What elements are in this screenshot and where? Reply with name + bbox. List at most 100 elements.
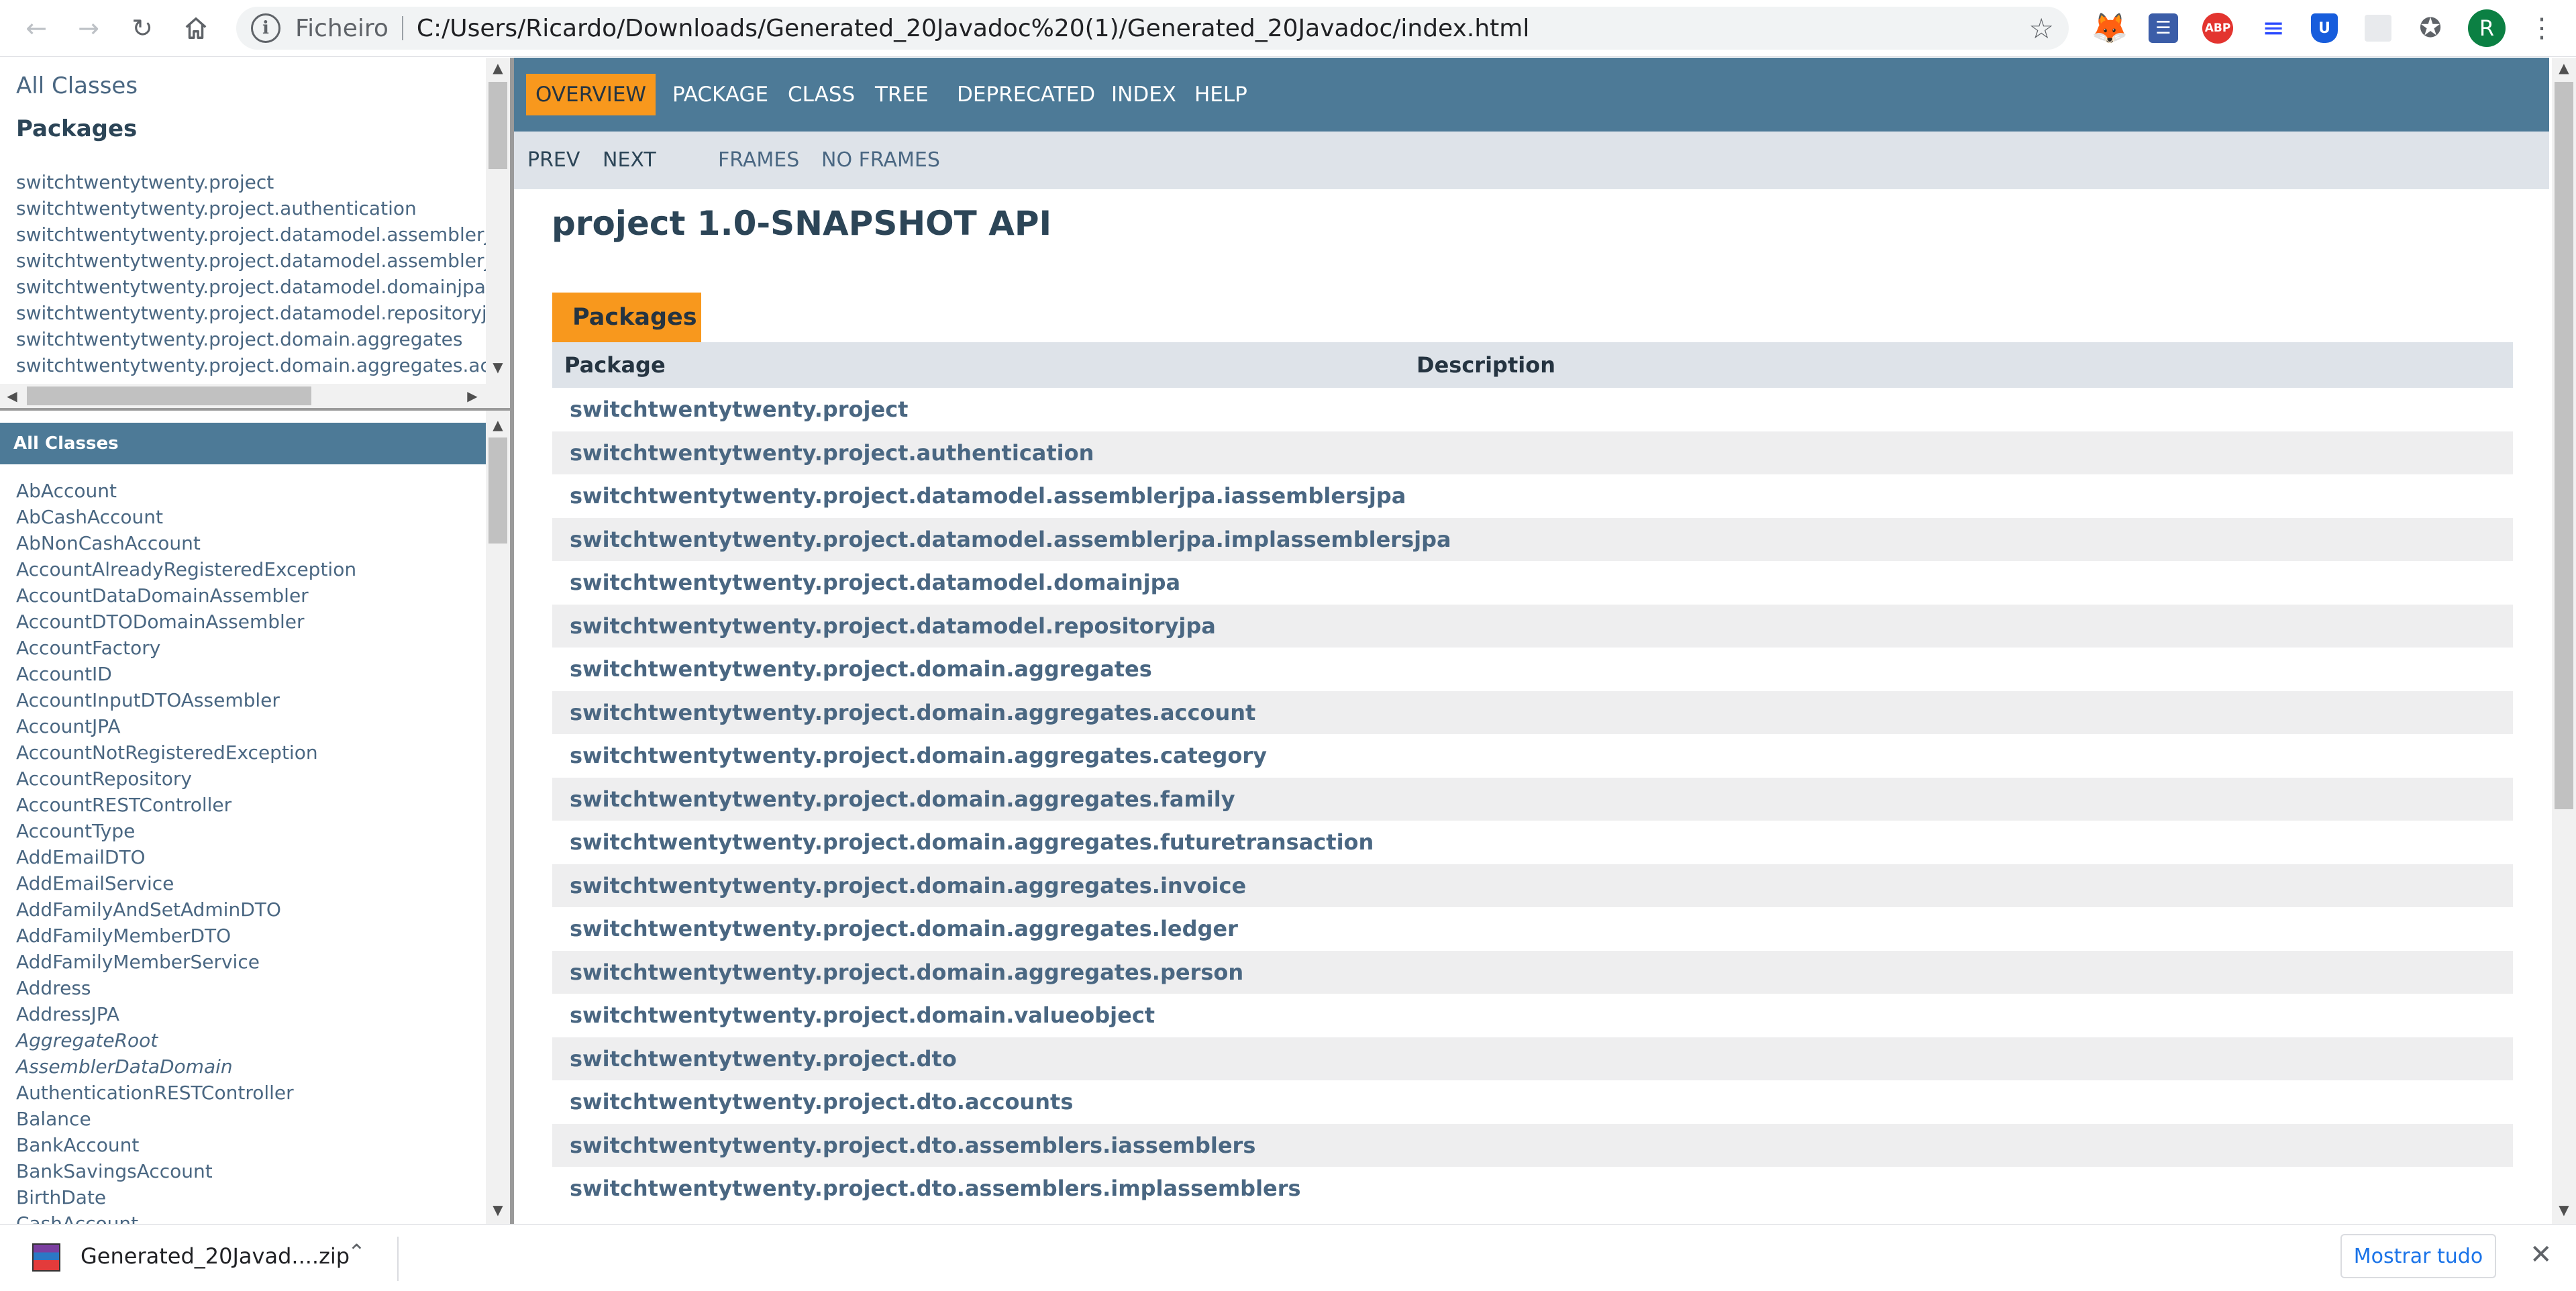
scroll-up-arrow-icon[interactable]: ▲ bbox=[486, 415, 510, 435]
package-link[interactable]: switchtwentytwenty.project bbox=[16, 171, 274, 193]
class-link[interactable]: AddFamilyMemberDTO bbox=[16, 925, 231, 947]
scroll-left-arrow-icon[interactable]: ◀ bbox=[0, 386, 24, 406]
package-name-link[interactable]: switchtwentytwenty.project.datamodel.ass… bbox=[570, 483, 1406, 509]
class-link[interactable]: AccountID bbox=[16, 663, 112, 685]
close-icon[interactable]: ✕ bbox=[2530, 1239, 2553, 1270]
scroll-up-arrow-icon[interactable]: ▲ bbox=[486, 58, 510, 78]
package-name-link[interactable]: switchtwentytwenty.project.domain.aggreg… bbox=[570, 873, 1246, 898]
back-arrow-icon[interactable]: ← bbox=[17, 9, 55, 47]
show-all-downloads-button[interactable]: Mostrar tudo bbox=[2340, 1234, 2496, 1278]
scroll-down-arrow-icon[interactable]: ▼ bbox=[2552, 1200, 2576, 1220]
class-link[interactable]: AccountAlreadyRegisteredException bbox=[16, 558, 356, 580]
package-name-link[interactable]: switchtwentytwenty.project.domain.aggreg… bbox=[570, 916, 1238, 941]
class-link[interactable]: AccountFactory bbox=[16, 637, 160, 659]
adblock-plus-icon[interactable]: ABP bbox=[2202, 13, 2233, 44]
package-name-link[interactable]: switchtwentytwenty.project.authenticatio… bbox=[570, 440, 1094, 466]
class-link[interactable]: AddEmailService bbox=[16, 872, 174, 894]
metamask-fox-icon[interactable]: 🦊 bbox=[2091, 9, 2128, 47]
chevron-up-icon[interactable]: ⌃ bbox=[348, 1239, 366, 1265]
package-name-link[interactable]: switchtwentytwenty.project.dto.assembler… bbox=[570, 1133, 1255, 1158]
tab-index[interactable]: INDEX bbox=[1102, 74, 1186, 115]
class-link[interactable]: AssemblerDataDomain bbox=[16, 1055, 233, 1078]
class-link[interactable]: BankSavingsAccount bbox=[16, 1160, 213, 1182]
no-frames-link[interactable]: NO FRAMES bbox=[821, 132, 940, 189]
class-link[interactable]: Balance bbox=[16, 1108, 91, 1130]
class-link[interactable]: AbNonCashAccount bbox=[16, 532, 201, 554]
package-link[interactable]: switchtwentytwenty.project.datamodel.dom… bbox=[16, 276, 486, 298]
package-name-link[interactable]: switchtwentytwenty.project.domain.aggreg… bbox=[570, 743, 1267, 768]
package-link[interactable]: switchtwentytwenty.project.domain.aggreg… bbox=[16, 354, 510, 376]
class-link[interactable]: AccountRESTController bbox=[16, 794, 231, 816]
class-link[interactable]: CashAccount bbox=[16, 1212, 138, 1224]
class-link[interactable]: AccountDataDomainAssembler bbox=[16, 584, 309, 607]
download-file-name[interactable]: Generated_20Javad....zip bbox=[81, 1243, 350, 1269]
package-frame-vscrollbar[interactable]: ▲ ▼ bbox=[486, 58, 510, 408]
class-link[interactable]: AccountDTODomainAssembler bbox=[16, 611, 305, 633]
frames-link[interactable]: FRAMES bbox=[718, 132, 799, 189]
class-link[interactable]: BirthDate bbox=[16, 1186, 106, 1208]
scroll-thumb[interactable] bbox=[2555, 82, 2573, 809]
class-link[interactable]: AuthenticationRESTController bbox=[16, 1082, 294, 1104]
address-bar[interactable]: i Ficheiro C:/Users/Ricardo/Downloads/Ge… bbox=[236, 7, 2069, 50]
tab-tree[interactable]: TREE bbox=[866, 74, 938, 115]
package-name-link[interactable]: switchtwentytwenty.project.dto bbox=[570, 1046, 957, 1072]
tab-overview[interactable]: OVERVIEW bbox=[526, 74, 656, 115]
scroll-down-arrow-icon[interactable]: ▼ bbox=[486, 357, 510, 377]
scroll-down-arrow-icon[interactable]: ▼ bbox=[486, 1200, 510, 1220]
package-name-link[interactable]: switchtwentytwenty.project.domain.valueo… bbox=[570, 1002, 1155, 1028]
scroll-thumb[interactable] bbox=[488, 82, 507, 169]
package-name-link[interactable]: switchtwentytwenty.project.datamodel.dom… bbox=[570, 570, 1180, 595]
package-frame-hscrollbar[interactable]: ◀ ▶ bbox=[0, 384, 486, 408]
bookmark-star-icon[interactable]: ☆ bbox=[2028, 12, 2054, 45]
package-name-link[interactable]: switchtwentytwenty.project.domain.aggreg… bbox=[570, 960, 1243, 985]
class-link[interactable]: AccountJPA bbox=[16, 715, 121, 737]
scroll-thumb-horizontal[interactable] bbox=[27, 386, 311, 405]
tab-deprecated[interactable]: DEPRECATED bbox=[947, 74, 1104, 115]
scroll-right-arrow-icon[interactable]: ▶ bbox=[460, 386, 484, 406]
buffer-stack-icon[interactable]: ≡ bbox=[2255, 9, 2292, 47]
extension-grey-icon[interactable] bbox=[2365, 15, 2391, 42]
class-link[interactable]: AddFamilyMemberService bbox=[16, 951, 260, 973]
all-classes-link[interactable]: All Classes bbox=[16, 72, 138, 99]
next-link[interactable]: NEXT bbox=[603, 132, 656, 189]
extension-blue-icon[interactable]: ☰ bbox=[2149, 13, 2178, 43]
package-link[interactable]: switchtwentytwenty.project.datamodel.rep… bbox=[16, 302, 510, 324]
browser-menu-icon[interactable]: ⋮ bbox=[2523, 9, 2561, 47]
forward-arrow-icon[interactable]: → bbox=[70, 9, 107, 47]
tab-class[interactable]: CLASS bbox=[778, 74, 864, 115]
package-name-link[interactable]: switchtwentytwenty.project bbox=[570, 397, 908, 422]
class-frame-vscrollbar[interactable]: ▲ ▼ bbox=[486, 411, 510, 1224]
class-link[interactable]: AbCashAccount bbox=[16, 506, 163, 528]
tab-package[interactable]: PACKAGE bbox=[663, 74, 778, 115]
home-icon[interactable] bbox=[177, 9, 215, 47]
package-name-link[interactable]: switchtwentytwenty.project.domain.aggreg… bbox=[570, 786, 1235, 812]
package-name-link[interactable]: switchtwentytwenty.project.datamodel.ass… bbox=[570, 527, 1451, 552]
class-link[interactable]: AccountInputDTOAssembler bbox=[16, 689, 280, 711]
class-link[interactable]: AccountRepository bbox=[16, 768, 192, 790]
site-info-icon[interactable]: i bbox=[251, 13, 280, 43]
address-url[interactable]: C:/Users/Ricardo/Downloads/Generated_20J… bbox=[417, 15, 1529, 42]
main-frame-vscrollbar[interactable]: ▲ ▼ bbox=[2552, 58, 2576, 1224]
class-link[interactable]: AddFamilyAndSetAdminDTO bbox=[16, 898, 281, 921]
tab-help[interactable]: HELP bbox=[1185, 74, 1257, 115]
bitwarden-shield-icon[interactable]: U bbox=[2311, 13, 2338, 43]
package-name-link[interactable]: switchtwentytwenty.project.dto.assembler… bbox=[570, 1176, 1301, 1201]
profile-avatar[interactable]: R bbox=[2468, 9, 2506, 47]
package-name-link[interactable]: switchtwentytwenty.project.datamodel.rep… bbox=[570, 613, 1216, 639]
extensions-puzzle-icon[interactable]: ✪ bbox=[2412, 9, 2449, 47]
package-name-link[interactable]: switchtwentytwenty.project.domain.aggreg… bbox=[570, 656, 1152, 682]
package-name-link[interactable]: switchtwentytwenty.project.dto.accounts bbox=[570, 1089, 1073, 1115]
package-name-link[interactable]: switchtwentytwenty.project.domain.aggreg… bbox=[570, 700, 1255, 725]
class-link[interactable]: AggregateRoot bbox=[16, 1029, 158, 1051]
class-link[interactable]: Address bbox=[16, 977, 91, 999]
class-link[interactable]: AddEmailDTO bbox=[16, 846, 146, 868]
class-link[interactable]: AccountType bbox=[16, 820, 135, 842]
package-link[interactable]: switchtwentytwenty.project.domain.aggreg… bbox=[16, 328, 463, 350]
package-link[interactable]: switchtwentytwenty.project.datamodel.ass… bbox=[16, 250, 510, 272]
reload-icon[interactable]: ↻ bbox=[123, 9, 161, 47]
class-link[interactable]: AbAccount bbox=[16, 480, 117, 502]
class-link[interactable]: BankAccount bbox=[16, 1134, 139, 1156]
prev-link[interactable]: PREV bbox=[527, 132, 580, 189]
scroll-up-arrow-icon[interactable]: ▲ bbox=[2552, 58, 2576, 78]
scroll-thumb[interactable] bbox=[488, 437, 507, 544]
